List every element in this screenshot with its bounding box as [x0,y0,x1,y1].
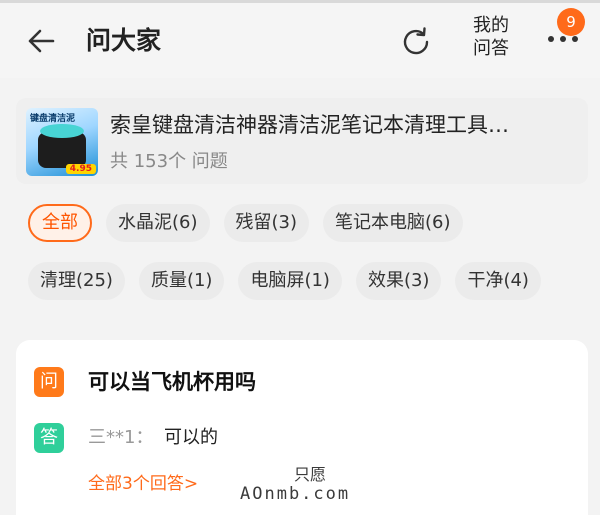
slime-jar-image [38,124,86,168]
my-qa-label-line2: 问答 [473,38,509,59]
all-answers-link[interactable]: 全部3个回答> [88,470,198,498]
product-card[interactable]: 键盘清洁泥 4.95 索皇键盘清洁神器清洁泥笔记本清理工具… 共 153个 问题 [16,98,588,184]
watermark-line2: AOnmb.com [240,484,351,504]
product-name: 索皇键盘清洁神器清洁泥笔记本清理工具… [110,113,509,137]
more-dots-icon [548,36,578,42]
answer-username: 三**1： [88,427,154,448]
header-bar: 问大家 我的 问答 9 [0,0,600,78]
tag-residue[interactable]: 残留(3) [223,204,309,242]
tag-screen[interactable]: 电脑屏(1) [238,262,342,300]
refresh-button[interactable] [396,22,436,62]
thumbnail-price-tag: 4.95 [65,164,96,174]
question-icon: 问 [34,367,64,397]
answer-icon: 答 [34,423,64,453]
tag-crystal-slime[interactable]: 水晶泥(6) [106,204,210,242]
status-divider [0,0,600,3]
refresh-icon [403,27,429,55]
my-qa-label-line1: 我的 [473,15,509,36]
arrow-left-icon [28,29,55,53]
tag-row-1: 全部 水晶泥(6) 残留(3) 笔记本电脑(6) [28,204,463,242]
thumbnail-caption: 键盘清洁泥 [30,114,76,124]
product-thumbnail: 键盘清洁泥 4.95 [26,108,98,176]
tag-quality[interactable]: 质量(1) [138,262,225,300]
question-text: 可以当飞机杯用吗 [88,370,256,394]
tag-all[interactable]: 全部 [28,204,92,242]
tag-clean[interactable]: 干净(4) [455,262,541,300]
watermark: 只愿 AOnmb.com [240,465,351,505]
back-button[interactable] [22,22,60,60]
answer-text: 可以的 [164,427,218,448]
question-count: 共 153个 问题 [110,151,228,172]
notification-badge: 9 [557,8,585,36]
tag-cleaning[interactable]: 清理(25) [28,262,125,300]
page-title: 问大家 [86,26,162,55]
tag-row-2: 清理(25) 质量(1) 电脑屏(1) 效果(3) 干净(4) [28,262,541,300]
tag-effect[interactable]: 效果(3) [355,262,442,300]
watermark-line1: 只愿 [294,465,327,484]
my-qa-button[interactable]: 我的 问答 [462,14,520,60]
tag-laptop[interactable]: 笔记本电脑(6) [323,204,463,242]
